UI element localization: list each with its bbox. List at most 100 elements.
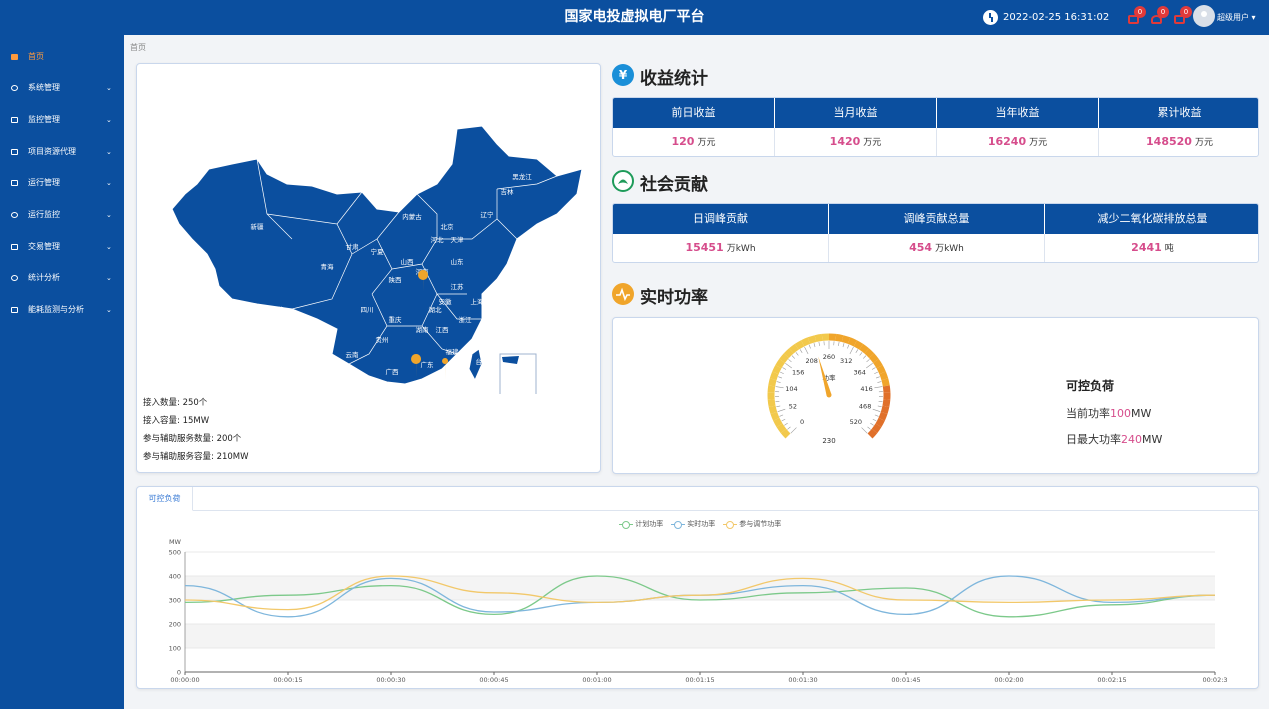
gauge-tick [782,367,787,370]
gauge-arc-segment [871,423,882,434]
message-badge[interactable]: 0 [1126,6,1148,28]
gauge-value: 230 [822,437,835,445]
sidebar-item-energy[interactable]: 能耗监测与分析 ⌄ [0,300,124,320]
sidebar-item-project[interactable]: 项目资源代理 ⌄ [0,142,124,162]
map-panel: 新疆西藏青海甘肃内蒙古黑龙江吉林辽宁北京天津河北山西宁夏陕西山东河南江苏安徽湖北… [136,63,601,473]
gauge-tick [813,343,816,348]
alarm-badge[interactable]: 0 [1149,6,1171,28]
province-label: 河北 [431,236,445,244]
province-label: 甘肃 [346,242,360,251]
province-label: 天津 [451,236,465,244]
legend-item[interactable]: 参与调节功率 [723,519,781,529]
map-info-aux-count: 参与辅助服务数量: 200个 [143,434,242,444]
chevron-down-icon: ⌄ [106,274,112,282]
gauge-tick-label: 104 [785,385,797,393]
gauge-tick-label: 208 [806,357,818,365]
breadcrumb[interactable]: 首页 [130,42,146,53]
gauge-tick [775,400,780,403]
x-tick-label: 00:01:00 [582,676,611,684]
gauge-tick [877,381,882,383]
gauge-arc-segment [783,348,794,359]
chevron-down-icon: ⌄ [106,148,112,156]
tab-divider [193,510,1259,511]
gauge-arc-segment [859,343,869,354]
gauge-tick [872,418,877,422]
list-icon [11,149,18,155]
province-label: 重庆 [389,315,403,324]
gauge-tick-label: 468 [859,403,871,411]
gauge-tick [847,344,850,349]
gauge-arc-segment [776,423,787,434]
gauge-tick [785,363,792,369]
gauge-tick-label: 0 [800,418,804,426]
target-icon [11,212,18,218]
legend-item[interactable]: 实时功率 [671,519,715,529]
gauge-tick [849,346,854,355]
chevron-down-icon: ⌄ [106,116,112,124]
location-marker-icon[interactable] [442,358,449,380]
gauge-arc-segment [780,428,791,439]
sidebar-item-statistics[interactable]: 统计分析 ⌄ [0,268,124,288]
user-menu[interactable]: 超级用户 ▾ [1217,12,1256,23]
gauge-arc-segment [864,348,875,359]
chevron-down-icon: ⌄ [106,211,112,219]
tab-controllable-load[interactable]: 可控负荷 [137,487,193,511]
edit-icon [11,307,18,313]
province-label: 辽宁 [481,210,495,219]
gauge-tick [776,381,781,383]
gauge-tick [781,418,786,422]
gauge-tick [818,341,820,346]
x-tick-label: 00:00:15 [273,676,302,684]
gauge-arc-segment [853,340,864,350]
gauge-arc-segment [775,358,785,369]
legend-item[interactable]: 计划功率 [619,519,663,529]
revenue-header: 前日收益 [613,98,775,128]
power-title: 实时功率 [640,288,708,308]
gauge-tick [804,346,809,355]
notice-badge[interactable]: 0 [1172,6,1194,28]
y-axis-label: MW [169,538,182,546]
avatar[interactable] [1193,5,1215,27]
province-label: 四川 [361,306,374,314]
y-tick-label: 200 [169,621,181,629]
sidebar-item-runtime-monitor[interactable]: 运行监控 ⌄ [0,205,124,225]
sidebar-item-trade[interactable]: 交易管理 ⌄ [0,237,124,257]
sidebar-item-operation[interactable]: 运行管理 ⌄ [0,173,124,193]
revenue-table: 前日收益 当月收益 当年收益 累计收益 120 万元 1420 万元 16240 万元… [612,97,1259,157]
gauge-tick [775,386,784,389]
gauge-tick [779,414,784,417]
province-label: 北京 [441,222,455,231]
load-chart-panel: 可控负荷 计划功率 实时功率 参与调节功率 0 100 200 300 400 500 MW… [136,486,1259,689]
sidebar-item-system[interactable]: 系统管理 ⌄ [0,78,124,98]
gauge-arc-segment [769,371,779,381]
social-value-cell: 15451 万kWh [613,234,829,262]
gauge-arc-segment [794,340,805,350]
gauge-arc-segment [773,417,783,428]
datetime: 2022-02-25 16:31:02 [1003,12,1110,23]
gauge-tick [838,341,840,346]
social-table: 日调峰贡献 调峰贡献总量 减少二氧化碳排放总量 15451 万kWh 454 万kW… [612,203,1259,263]
power-panel [612,317,1259,474]
gauge-arc-segment [873,358,883,369]
gauge-arc-segment [835,333,844,343]
x-tick-label: 00:02:3 [1202,676,1227,684]
china-map[interactable]: 新疆西藏青海甘肃内蒙古黑龙江吉林辽宁北京天津河北山西宁夏陕西山东河南江苏安徽湖北… [137,64,602,394]
gauge-arc-segment [879,371,889,381]
gauge-tick [790,427,797,434]
x-tick-label: 00:02:00 [994,676,1023,684]
gauge-arc-segment [779,353,790,364]
gauge-tick-label: 520 [850,418,862,426]
province-label: 安徽 [439,297,453,306]
gauge-arc-segment [772,364,782,375]
gauge-tick [795,352,799,356]
gauge-arc-segment [770,411,780,421]
gauge-arc-segment [767,399,776,407]
sidebar-item-monitor[interactable]: 监控管理 ⌄ [0,110,124,130]
social-value-cell: 2441 吨 [1131,241,1174,254]
gauge-tick [874,371,878,374]
clock-icon [983,10,998,25]
sidebar-item-home[interactable]: 首页 [0,47,124,67]
load-line-chart[interactable]: 0100200300400500MW00:00:00 00:00:15 00:00:… [137,532,1258,688]
chevron-down-icon: ⌄ [106,84,112,92]
gauge-arc-segment [767,385,776,393]
